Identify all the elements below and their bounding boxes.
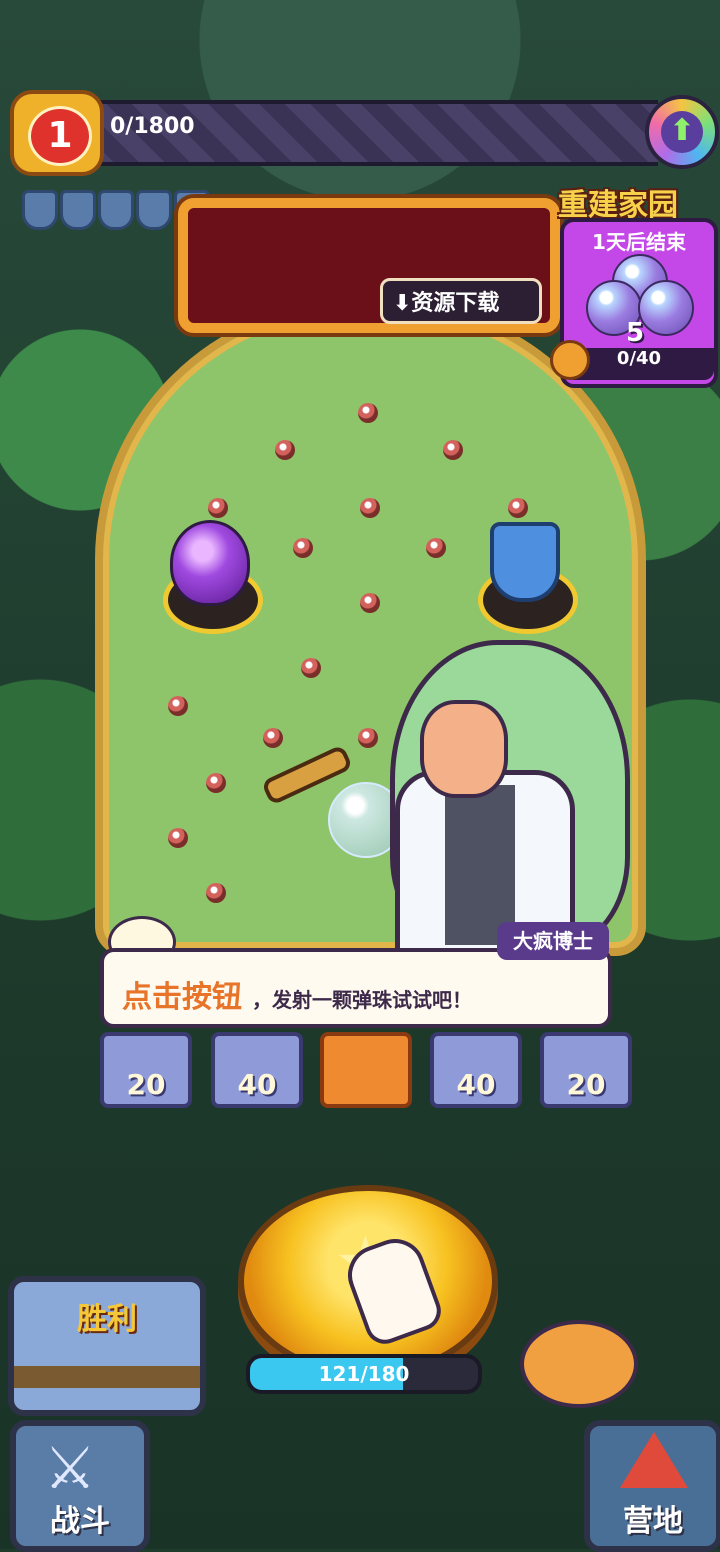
camp-label: 营地: [623, 1504, 683, 1539]
level-number: 1: [28, 106, 92, 166]
event-timer: 1天后结束: [592, 230, 686, 254]
jackpot-slot: [320, 1032, 412, 1108]
shield-bumper: [490, 522, 560, 602]
peg: [358, 403, 378, 423]
peg: [508, 498, 528, 518]
peg: [263, 728, 283, 748]
score-slot: 20: [100, 1032, 192, 1108]
victory-label: 胜利: [77, 1302, 137, 1337]
peg: [206, 883, 226, 903]
peg: [275, 440, 295, 460]
peg: [293, 538, 313, 558]
purple-orb-bumper: [170, 520, 250, 606]
tutorial-dialog[interactable]: 点击按钮 ，发射一颗弹珠试试吧！: [100, 948, 612, 1028]
level-progress-text: 0/1800: [110, 114, 195, 139]
peg: [360, 593, 380, 613]
peg: [208, 498, 228, 518]
score-slot: 20: [540, 1032, 632, 1108]
battle-tab[interactable]: ⚔ 战斗: [10, 1420, 150, 1552]
tent-icon: [620, 1432, 688, 1488]
screw-icon: [550, 340, 590, 380]
launch-power-text: 121/180: [318, 1362, 410, 1386]
level-up-button[interactable]: ⬆: [645, 95, 719, 169]
shield-icon: [136, 190, 172, 230]
shield-icon: [22, 190, 58, 230]
squirrel-mascot: [520, 1320, 638, 1408]
peg: [426, 538, 446, 558]
peg: [443, 440, 463, 460]
level-badge[interactable]: 1: [10, 90, 104, 176]
peg: [168, 828, 188, 848]
score-slot: 40: [430, 1032, 522, 1108]
mad-doctor-face: [420, 700, 508, 798]
launch-button[interactable]: ★: [238, 1185, 498, 1377]
crossed-swords-icon: ⚔: [44, 1434, 96, 1502]
score-slot: 40: [211, 1032, 303, 1108]
peg: [301, 658, 321, 678]
battle-label: 战斗: [50, 1504, 110, 1539]
resource-download-button[interactable]: ⬇资源下载: [380, 278, 542, 324]
shield-icon: [98, 190, 134, 230]
dialog-text: ，发射一颗弹珠试试吧！: [252, 988, 472, 1012]
ground-strip: [14, 1366, 200, 1388]
victory-preview-card[interactable]: 胜利: [8, 1276, 206, 1416]
arrow-up-icon: ⬆: [661, 111, 703, 153]
mad-doctor-vest: [445, 785, 515, 945]
event-ball-count: 5: [626, 318, 645, 348]
peg: [360, 498, 380, 518]
peg: [358, 728, 378, 748]
peg: [168, 696, 188, 716]
shield-icon: [60, 190, 96, 230]
peg: [206, 773, 226, 793]
speaker-name: 大疯博士: [497, 922, 609, 960]
launch-power-bar: 121/180: [246, 1354, 482, 1394]
camp-tab[interactable]: 营地: [584, 1420, 720, 1552]
dialog-highlight-text: 点击按钮: [122, 980, 242, 1015]
